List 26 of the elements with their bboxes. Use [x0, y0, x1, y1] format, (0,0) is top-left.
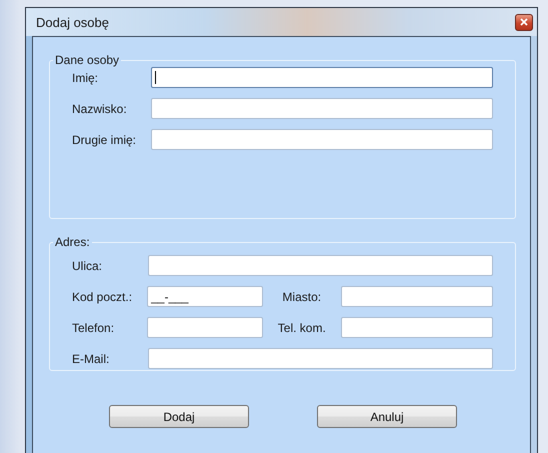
close-button[interactable] — [515, 14, 533, 30]
window-title: Dodaj osobę — [36, 14, 109, 30]
field-label: E-Mail: — [72, 352, 110, 366]
close-icon — [520, 18, 528, 26]
group-label: Dane osoby — [54, 53, 120, 67]
text-field[interactable] — [340, 317, 493, 338]
dialog-button[interactable]: Anuluj — [317, 405, 457, 428]
field-label: Ulica: — [72, 258, 104, 272]
group-label: Adres: — [54, 235, 91, 249]
field-label: Tel. kom. — [276, 320, 327, 334]
text-field[interactable] — [151, 129, 493, 150]
field-label: Imię: — [72, 70, 100, 84]
text-field[interactable] — [151, 67, 493, 88]
field-label: Nazwisko: — [72, 102, 128, 116]
text-cursor — [155, 71, 156, 84]
dialog-button[interactable]: Dodaj — [109, 405, 249, 428]
field-label: Miasto: — [281, 290, 322, 304]
text-field[interactable] — [148, 255, 493, 276]
text-field[interactable] — [148, 348, 493, 369]
field-label: Kod poczt.: — [72, 290, 134, 304]
text-field[interactable]: __-___ — [147, 286, 263, 307]
text-field[interactable] — [151, 98, 493, 119]
text-field[interactable] — [340, 286, 493, 307]
field-label: Telefon: — [72, 320, 116, 334]
text-field[interactable] — [147, 317, 263, 338]
field-label: Drugie imię: — [72, 132, 138, 146]
